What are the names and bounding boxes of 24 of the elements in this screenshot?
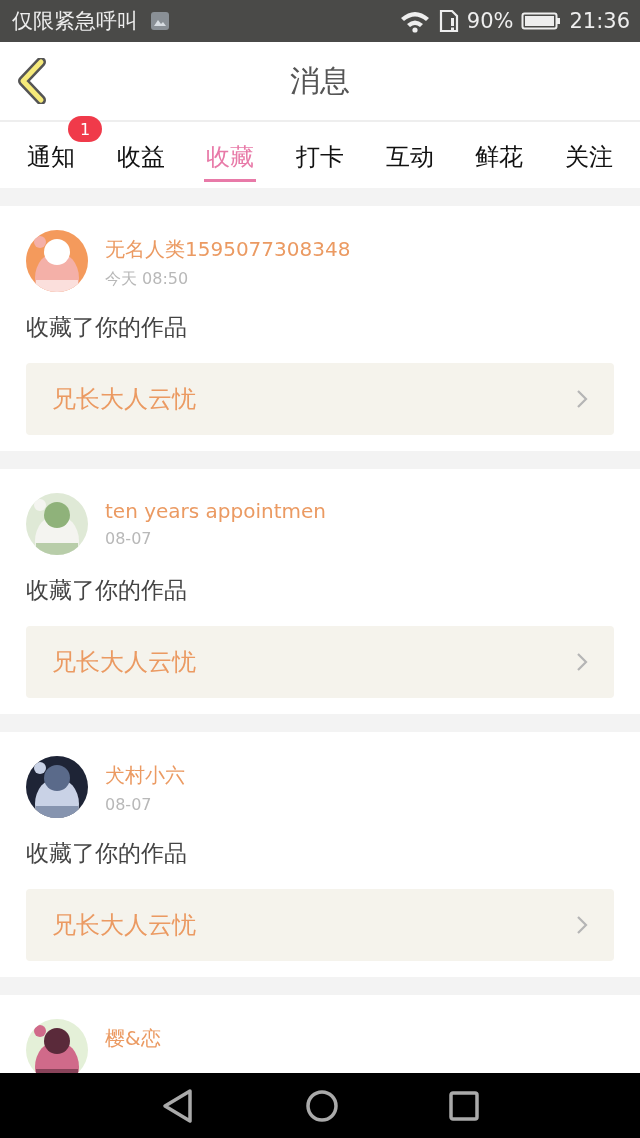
unread-badge: 1 <box>68 116 102 142</box>
clock-text: 21:36 <box>569 9 630 33</box>
user-name[interactable]: 犬村小六 <box>105 762 185 789</box>
tab[interactable]: 关注 <box>563 134 616 182</box>
work-link[interactable]: 兄长大人云忧 <box>26 626 614 698</box>
message-text: 收藏了你的作品 <box>26 839 188 868</box>
battery-text: 90% <box>466 9 514 33</box>
carrier-text: 仅限紧急呼叫 <box>12 8 138 35</box>
message-time: 08-07 <box>105 529 153 548</box>
message-text: 收藏了你的作品 <box>26 313 188 342</box>
message-time: 今天 08:50 <box>105 269 190 290</box>
tab[interactable]: 互动 <box>383 134 436 182</box>
message-text: 收藏了你的作品 <box>26 576 188 605</box>
user-name[interactable]: 无名人类1595077308348 <box>105 236 351 263</box>
tab[interactable]: 收藏 <box>204 134 257 182</box>
tab[interactable]: 鲜花 <box>473 134 526 182</box>
tab[interactable]: 打卡 <box>294 134 346 182</box>
work-link[interactable]: 兄长大人云忧 <box>26 363 614 435</box>
message-time: 08-07 <box>105 795 153 814</box>
user-name[interactable]: 樱&恋 <box>105 1025 161 1052</box>
work-link[interactable]: 兄长大人云忧 <box>26 889 614 961</box>
page-title: 消息 <box>290 61 350 100</box>
tab[interactable]: 收益 <box>114 134 167 182</box>
user-name[interactable]: ten years appointmen <box>105 499 326 523</box>
